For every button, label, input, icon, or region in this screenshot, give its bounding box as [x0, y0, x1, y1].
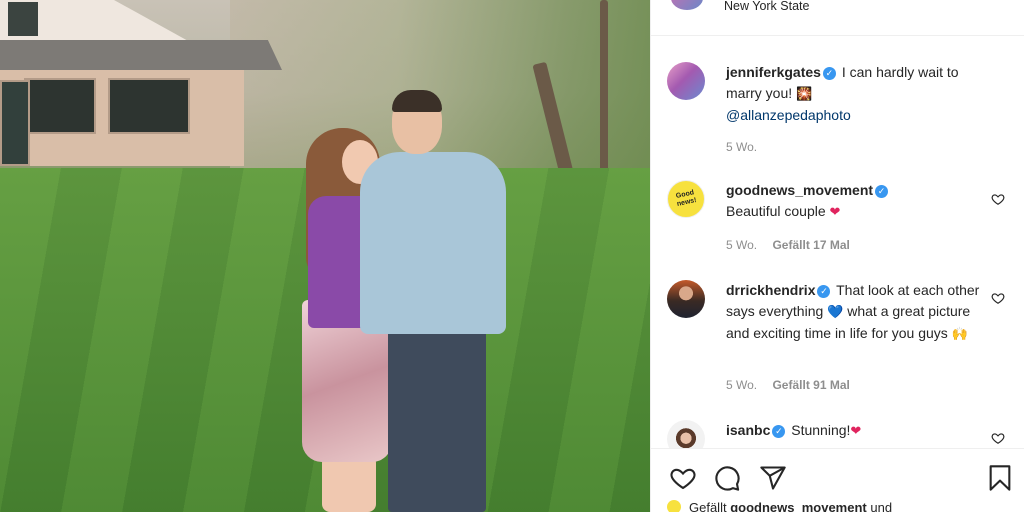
heart-emoji: ❤ [850, 424, 862, 439]
paper-plane-icon[interactable] [759, 464, 787, 492]
avatar[interactable] [667, 280, 705, 318]
house [0, 0, 282, 170]
liker-username-link[interactable]: goodnews_movement [730, 500, 867, 512]
like-comment-heart-icon[interactable] [991, 431, 1005, 445]
post-sidebar: New York State jenniferkgates ✓ I can har… [650, 0, 1024, 512]
like-comment-heart-icon[interactable] [991, 291, 1005, 305]
location-link[interactable]: New York State [724, 0, 809, 13]
man [388, 330, 486, 512]
username-link[interactable]: goodnews_movement [726, 182, 873, 198]
avatar[interactable] [667, 62, 705, 100]
post-photo[interactable] [0, 0, 650, 512]
post-header: New York State [651, 0, 1024, 36]
username-link[interactable]: jenniferkgates [726, 64, 821, 80]
mention-link[interactable]: @allanzepedaphoto [726, 107, 851, 123]
raised-hands-emoji: 🙌 [951, 327, 968, 342]
comment: isanbc ✓ Stunning!❤ [667, 420, 1024, 448]
username-link[interactable]: isanbc [726, 422, 770, 438]
comment-text: isanbc ✓ Stunning!❤ [726, 420, 988, 443]
comment-text: jenniferkgates ✓ I can hardly wait to mar… [726, 64, 959, 123]
like-comment-heart-icon[interactable] [991, 192, 1005, 206]
comment-text: goodnews_movement ✓ Beautiful couple ❤ [726, 180, 988, 223]
blue-heart-emoji: 💙 [827, 304, 844, 320]
avatar[interactable] [667, 420, 705, 448]
heart-emoji: ❤ [829, 204, 841, 220]
avatar[interactable]: Good news! [667, 180, 705, 218]
username-link[interactable]: drrickhendrix [726, 282, 815, 298]
comment-bubble-icon[interactable] [713, 464, 741, 492]
comment-text: drrickhendrix ✓ That look at each other s… [726, 280, 988, 346]
verified-badge-icon: ✓ [817, 285, 831, 298]
comment-likes[interactable]: Gefällt 17 Mal [772, 238, 849, 252]
author-avatar[interactable] [671, 0, 703, 10]
comment-likes[interactable]: Gefällt 91 Mal [772, 378, 849, 392]
bookmark-icon[interactable] [986, 464, 1014, 492]
comment-age: 5 Wo. [726, 378, 758, 392]
comment-meta: 5 Wo. [726, 140, 769, 154]
heart-outline-icon[interactable] [669, 464, 697, 492]
comment-age: 5 Wo. [726, 140, 758, 154]
comment-meta: 5 Wo. Gefällt 91 Mal [726, 378, 862, 392]
verified-badge-icon: ✓ [822, 67, 836, 80]
sparkler-emoji: 🎇 [796, 86, 813, 102]
verified-badge-icon: ✓ [875, 185, 889, 198]
comment-age: 5 Wo. [726, 238, 758, 252]
likes-summary: Gefällt goodnews_movement und [667, 500, 892, 512]
comment-meta: 5 Wo. Gefällt 17 Mal [726, 238, 862, 252]
liker-avatar[interactable] [667, 500, 681, 512]
verified-badge-icon: ✓ [772, 425, 786, 438]
